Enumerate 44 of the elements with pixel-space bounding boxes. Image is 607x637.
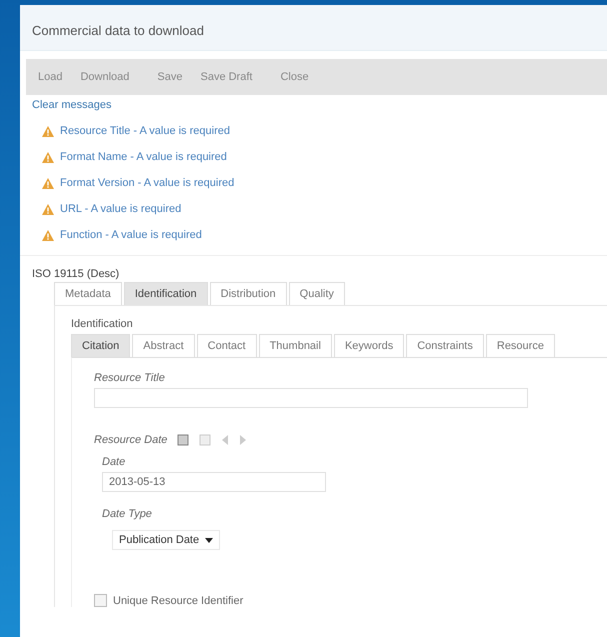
- editor-title: ISO 19115 (Desc): [31, 267, 120, 282]
- clear-messages-link[interactable]: Clear messages: [20, 95, 124, 115]
- tab[interactable]: Contact: [196, 334, 257, 357]
- tab[interactable]: Thumbnail: [258, 334, 332, 357]
- field-label: Resource Title: [94, 372, 166, 384]
- tab[interactable]: Keywords: [334, 334, 404, 357]
- toolbar-button[interactable]: Load: [36, 71, 64, 83]
- next-icon[interactable]: [239, 434, 248, 446]
- warning-icon: [42, 126, 54, 136]
- date-field[interactable]: 2013-05-13: [102, 472, 326, 492]
- field-label: Date Type: [102, 508, 153, 520]
- date-type-dropdown[interactable]: Publication Date: [112, 530, 220, 550]
- warning-icon: [42, 204, 54, 214]
- toolbar-button[interactable]: Save: [155, 71, 184, 83]
- validation-message[interactable]: Resource Title - A value is required: [60, 125, 230, 137]
- tab[interactable]: Abstract: [132, 334, 195, 357]
- tab[interactable]: Quality: [288, 282, 345, 305]
- validation-message[interactable]: URL - A value is required: [60, 203, 182, 215]
- toolbar-button[interactable]: Close: [278, 71, 311, 83]
- checkbox-label: Unique Resource Identifier: [113, 594, 244, 606]
- validation-message[interactable]: Format Version - A value is required: [60, 177, 234, 189]
- tab[interactable]: Constraints: [406, 334, 484, 357]
- caret-icon: [205, 538, 214, 542]
- window-title: Commercial data to download: [20, 5, 607, 51]
- warning-icon: [42, 230, 54, 240]
- toolbar-button[interactable]: Download: [78, 71, 132, 83]
- tab[interactable]: Distribution: [210, 282, 287, 305]
- section-label: Identification: [71, 318, 134, 330]
- warning-icon: [42, 152, 54, 162]
- tab[interactable]: Identification: [124, 282, 208, 305]
- field-label: Date: [102, 456, 126, 468]
- resource-title-field[interactable]: [94, 388, 528, 408]
- add-icon[interactable]: [177, 434, 190, 446]
- validation-message[interactable]: Function - A value is required: [60, 229, 202, 241]
- tab[interactable]: Metadata: [54, 282, 122, 305]
- previous-icon[interactable]: [221, 434, 230, 446]
- toolbar-button[interactable]: Save Draft: [198, 71, 254, 83]
- validation-message[interactable]: Format Name - A value is required: [60, 151, 227, 163]
- warning-icon: [42, 178, 54, 188]
- tab[interactable]: Citation: [71, 334, 130, 357]
- checkbox[interactable]: [94, 594, 107, 607]
- tab[interactable]: Resource: [486, 334, 555, 357]
- remove-icon[interactable]: [199, 434, 212, 446]
- field-label: Resource Date: [94, 434, 168, 446]
